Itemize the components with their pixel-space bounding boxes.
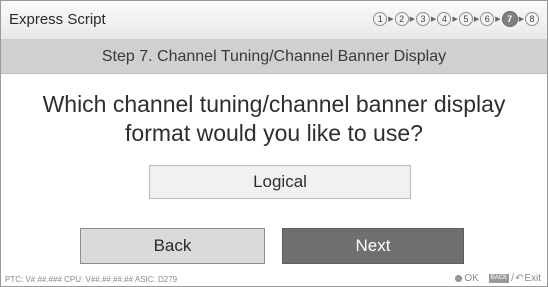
back-button[interactable]: Back (80, 228, 265, 264)
step-arrow-icon: ▶ (495, 16, 501, 23)
step-arrow-icon: ▶ (473, 16, 480, 23)
ok-button-icon (455, 275, 463, 282)
return-arrow-icon: ↶ (514, 273, 524, 284)
step-4-indicator: 4 (437, 12, 452, 26)
step-6-indicator: 6 (480, 12, 495, 26)
step-title-bar: Step 7. Channel Tuning/Channel Banner Di… (1, 40, 547, 74)
step-arrow-icon: ▶ (452, 16, 458, 23)
header-bar: Express Script 1 ▶ 2 ▶ 3 ▶ 4 ▶ 5 ▶ 6 ▶ 7… (1, 1, 547, 40)
step-indicator: 1 ▶ 2 ▶ 3 ▶ 4 ▶ 5 ▶ 6 ▶ 7 ▶ 8 (373, 11, 539, 27)
step-arrow-icon: ▶ (388, 16, 394, 23)
step-arrow-icon: ▶ (431, 16, 437, 23)
step-3-indicator: 3 (416, 12, 431, 26)
step-1-indicator: 1 (373, 12, 388, 26)
step-5-indicator: 5 (458, 12, 473, 26)
separator: / (511, 273, 514, 284)
back-key-icon: BACK (488, 274, 510, 283)
exit-hint-label: Exit (524, 273, 541, 284)
app-title: Express Script (9, 11, 106, 28)
step-arrow-icon: ▶ (409, 16, 416, 23)
step-8-indicator: 8 (525, 12, 539, 26)
remote-key-hints: OK BACK / ↶ Exit (455, 273, 541, 284)
footer-bar: PTC: V#.##.### CPU: V##.##.##.## ASIC: D… (1, 273, 547, 286)
ok-hint-label: OK (464, 273, 479, 284)
step-7-indicator-active: 7 (501, 11, 518, 27)
step-arrow-icon: ▶ (518, 16, 524, 23)
express-script-window: Express Script 1 ▶ 2 ▶ 3 ▶ 4 ▶ 5 ▶ 6 ▶ 7… (0, 0, 548, 287)
step-2-indicator: 2 (394, 12, 409, 26)
question-text: Which channel tuning/channel banner disp… (42, 91, 506, 146)
next-button[interactable]: Next (282, 228, 464, 264)
version-info: PTC: V#.##.### CPU: V##.##.##.## ASIC: D… (5, 275, 178, 284)
format-option-selector[interactable]: Logical (149, 165, 411, 199)
